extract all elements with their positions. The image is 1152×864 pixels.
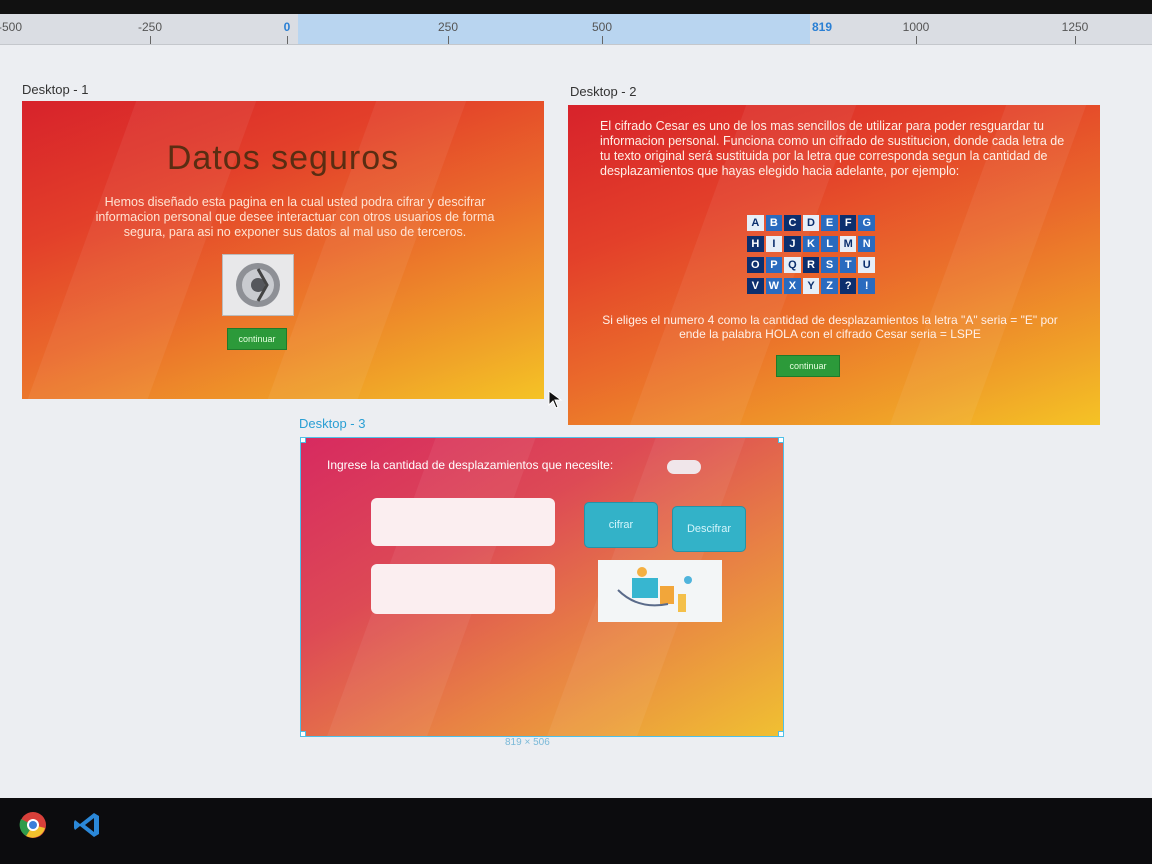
grid-cell: R xyxy=(802,257,820,273)
grid-cell: S xyxy=(821,257,838,273)
shift-instruction: Ingrese la cantidad de desplazamientos q… xyxy=(327,458,614,472)
grid-cell: A xyxy=(747,215,764,231)
resize-handle[interactable] xyxy=(778,731,783,736)
grid-cell: U xyxy=(858,257,876,273)
chrome-icon[interactable] xyxy=(18,810,48,840)
plaintext-input[interactable] xyxy=(371,498,555,546)
grid-cell: G xyxy=(858,215,876,231)
grid-cell: X xyxy=(784,278,801,294)
artboard-desktop-1[interactable]: Datos seguros Hemos diseñado esta pagina… xyxy=(22,101,544,399)
grid-cell: V xyxy=(747,278,764,294)
ruler-tick: 0 xyxy=(283,20,291,34)
security-image xyxy=(222,254,294,316)
artboard-label-desktop-2[interactable]: Desktop - 2 xyxy=(570,84,636,99)
grid-cell: M xyxy=(839,236,857,252)
cesar-example: Si eliges el numero 4 como la cantidad d… xyxy=(602,313,1058,341)
ruler-tickmark xyxy=(602,36,603,44)
ruler-tick: 250 xyxy=(437,20,459,34)
ruler-tick: -500 xyxy=(0,20,23,34)
page-title: Datos seguros xyxy=(166,139,400,177)
grid-cell: L xyxy=(821,236,838,252)
continue-button[interactable]: continuar xyxy=(227,328,287,350)
ruler-tickmark xyxy=(150,36,151,44)
encryption-illustration xyxy=(598,560,722,622)
ruler-tick: 500 xyxy=(591,20,613,34)
grid-cell: Z xyxy=(821,278,838,294)
grid-cell: O xyxy=(747,257,764,273)
resize-handle[interactable] xyxy=(301,438,306,443)
ruler-selection-range xyxy=(298,14,810,44)
descifrar-button[interactable]: Descifrar xyxy=(672,506,746,552)
cifrar-button[interactable]: cifrar xyxy=(584,502,658,548)
grid-cell: Y xyxy=(802,278,820,294)
ruler-tickmark xyxy=(448,36,449,44)
grid-cell: ? xyxy=(839,278,857,294)
grid-cell: B xyxy=(765,215,783,231)
resize-handle[interactable] xyxy=(778,438,783,443)
resize-handle[interactable] xyxy=(301,731,306,736)
ruler-tick: 1250 xyxy=(1061,20,1089,34)
grid-cell: W xyxy=(765,278,783,294)
design-canvas[interactable]: Desktop - 1 Datos seguros Hemos diseñado… xyxy=(0,45,1152,805)
ruler-tick: 819 xyxy=(811,20,833,34)
intro-paragraph: Hemos diseñado esta pagina en la cual us… xyxy=(95,195,495,239)
grid-cell: I xyxy=(765,236,783,252)
grid-cell: P xyxy=(765,257,783,273)
grid-row: H I J K L M N xyxy=(747,236,877,254)
grid-row: A B C D E F G xyxy=(747,215,877,233)
continue-button[interactable]: continuar xyxy=(776,355,840,377)
grid-cell: J xyxy=(784,236,801,252)
horizontal-ruler: -500 -250 0 250 500 819 1000 1250 xyxy=(0,14,1152,45)
ruler-tick: 1000 xyxy=(902,20,930,34)
grid-cell: Q xyxy=(784,257,801,273)
screen: -500 -250 0 250 500 819 1000 1250 Deskto… xyxy=(0,0,1152,864)
ruler-tickmark xyxy=(287,36,288,44)
artboard-label-desktop-1[interactable]: Desktop - 1 xyxy=(22,82,88,97)
artboard-label-desktop-3[interactable]: Desktop - 3 xyxy=(299,416,365,431)
grid-row: V W X Y Z ? ! xyxy=(747,278,877,296)
grid-cell: H xyxy=(747,236,764,252)
grid-cell: T xyxy=(839,257,857,273)
ruler-tickmark xyxy=(1075,36,1076,44)
grid-row: O P Q R S T U xyxy=(747,257,877,275)
grid-cell: E xyxy=(821,215,838,231)
grid-cell: N xyxy=(858,236,876,252)
grid-cell: F xyxy=(839,215,857,231)
ciphertext-output[interactable] xyxy=(371,564,555,614)
artboard-desktop-2[interactable]: El cifrado Cesar es uno de los mas senci… xyxy=(568,105,1100,425)
vscode-icon[interactable] xyxy=(72,810,102,840)
artboard-size-label: 819 × 506 xyxy=(505,737,550,748)
grid-cell: ! xyxy=(858,278,876,294)
alphabet-grid: A B C D E F G H I J K L M N O P Q R S T … xyxy=(747,215,877,299)
shift-amount-input[interactable] xyxy=(667,460,701,474)
grid-cell: D xyxy=(802,215,820,231)
ruler-tick: -250 xyxy=(137,20,163,34)
ruler-tickmark xyxy=(916,36,917,44)
cesar-explanation: El cifrado Cesar es uno de los mas senci… xyxy=(600,119,1065,178)
taskbar xyxy=(0,798,1152,864)
grid-cell: C xyxy=(784,215,801,231)
top-bezel xyxy=(0,0,1152,14)
mouse-cursor-icon xyxy=(548,390,563,409)
grid-cell: K xyxy=(802,236,820,252)
artboard-desktop-3[interactable]: Ingrese la cantidad de desplazamientos q… xyxy=(300,437,784,737)
